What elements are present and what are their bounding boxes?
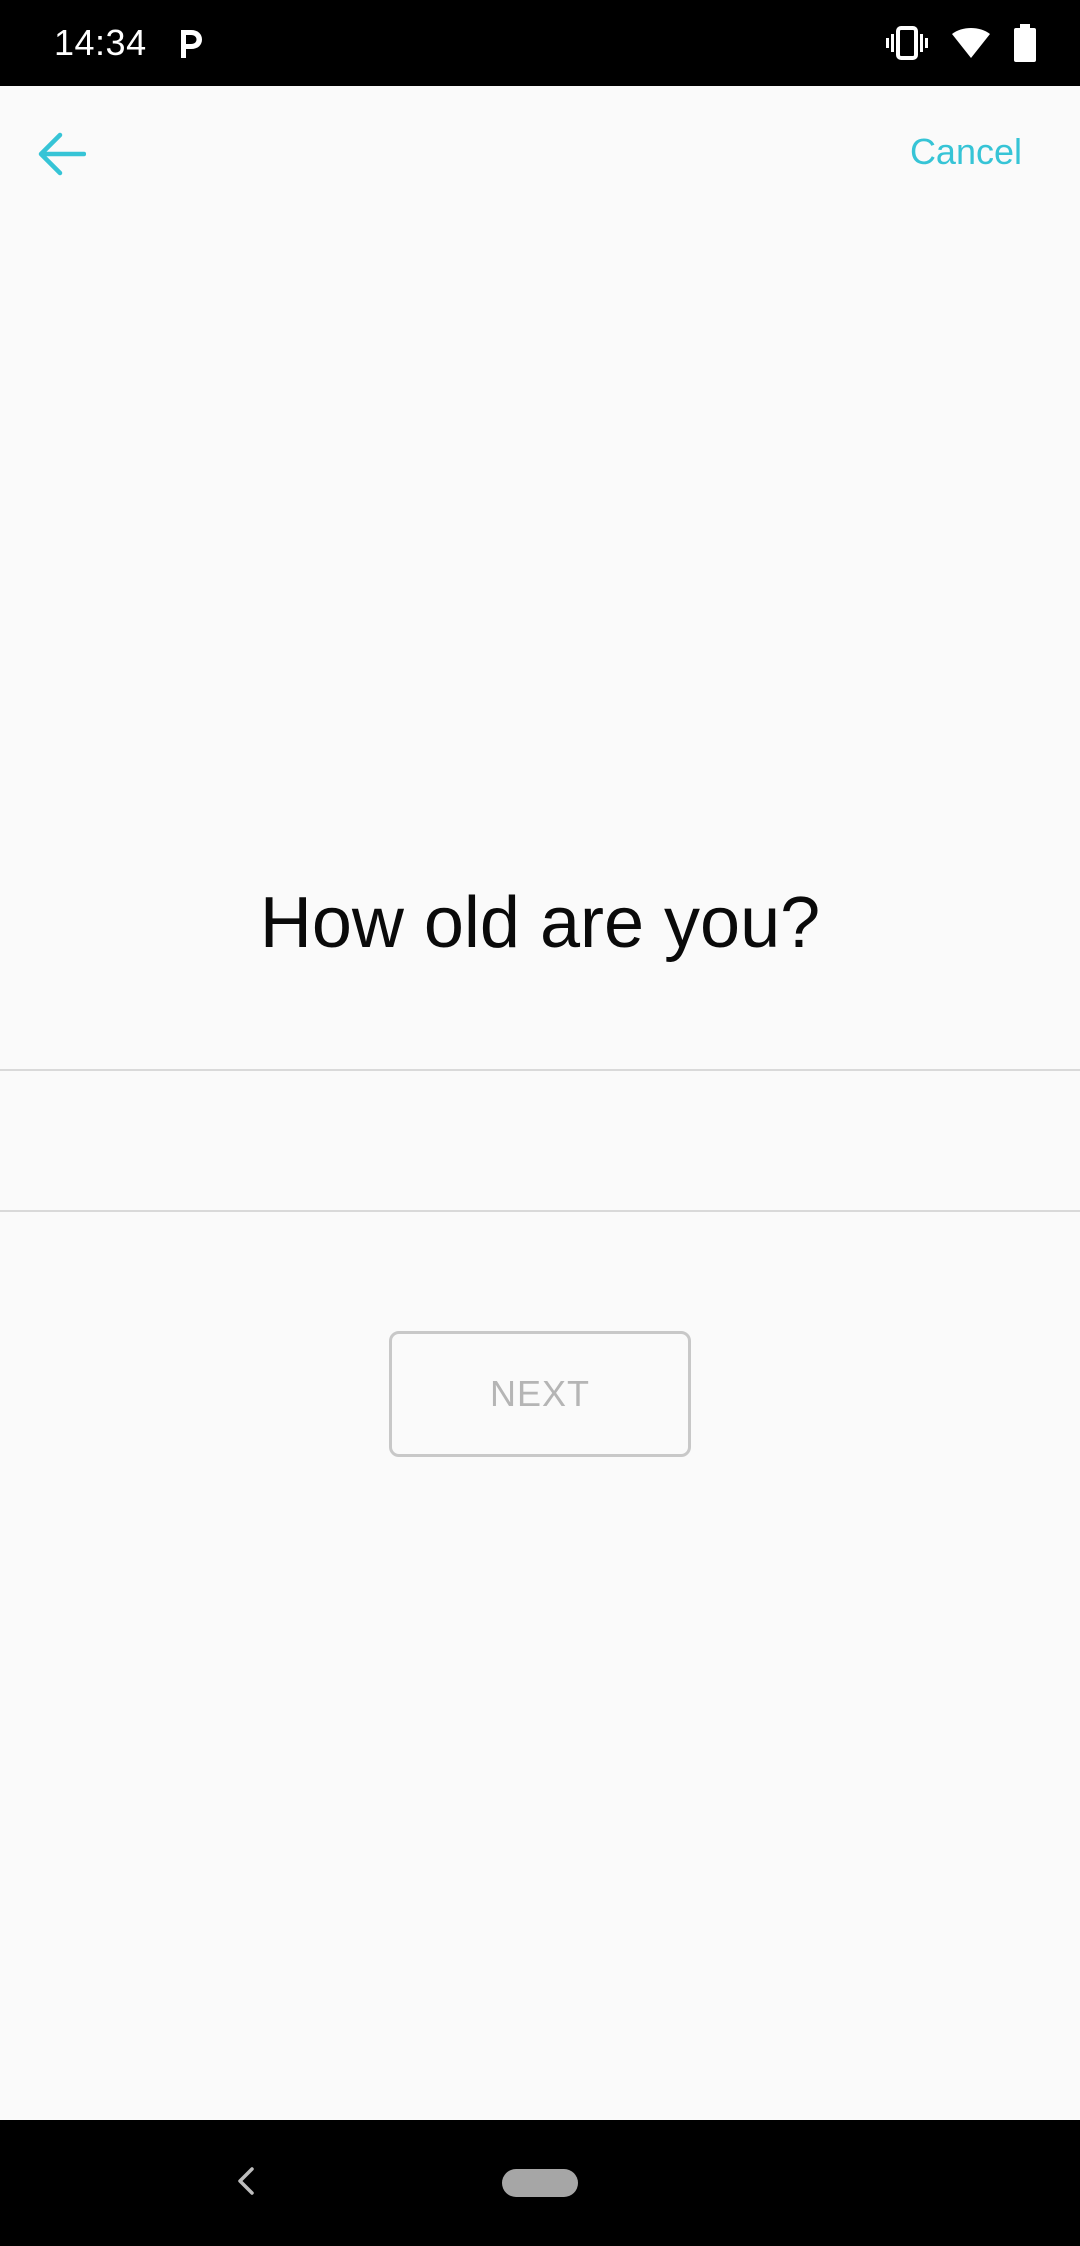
status-bar: 14:34 bbox=[0, 0, 1080, 86]
nav-home-pill[interactable] bbox=[502, 2169, 578, 2197]
arrow-left-icon bbox=[38, 132, 87, 181]
app-bar: Cancel bbox=[0, 86, 1080, 222]
parking-app-icon bbox=[176, 26, 204, 60]
status-time: 14:34 bbox=[54, 22, 147, 63]
vibrate-icon bbox=[886, 26, 928, 60]
screen: 14:34 Cancel How old are you? NEXT bbox=[0, 0, 1080, 2246]
next-button[interactable]: NEXT bbox=[389, 1331, 691, 1457]
back-button[interactable] bbox=[22, 116, 102, 196]
nav-back-button[interactable] bbox=[226, 2160, 266, 2206]
cancel-button[interactable]: Cancel bbox=[910, 130, 1022, 174]
status-icons bbox=[886, 22, 1036, 64]
nav-bar bbox=[0, 2120, 1080, 2246]
age-input[interactable] bbox=[0, 1069, 1080, 1212]
page-title: How old are you? bbox=[259, 883, 821, 963]
battery-icon bbox=[1014, 24, 1036, 62]
nav-back-icon bbox=[236, 2166, 256, 2201]
wifi-icon bbox=[952, 28, 990, 58]
